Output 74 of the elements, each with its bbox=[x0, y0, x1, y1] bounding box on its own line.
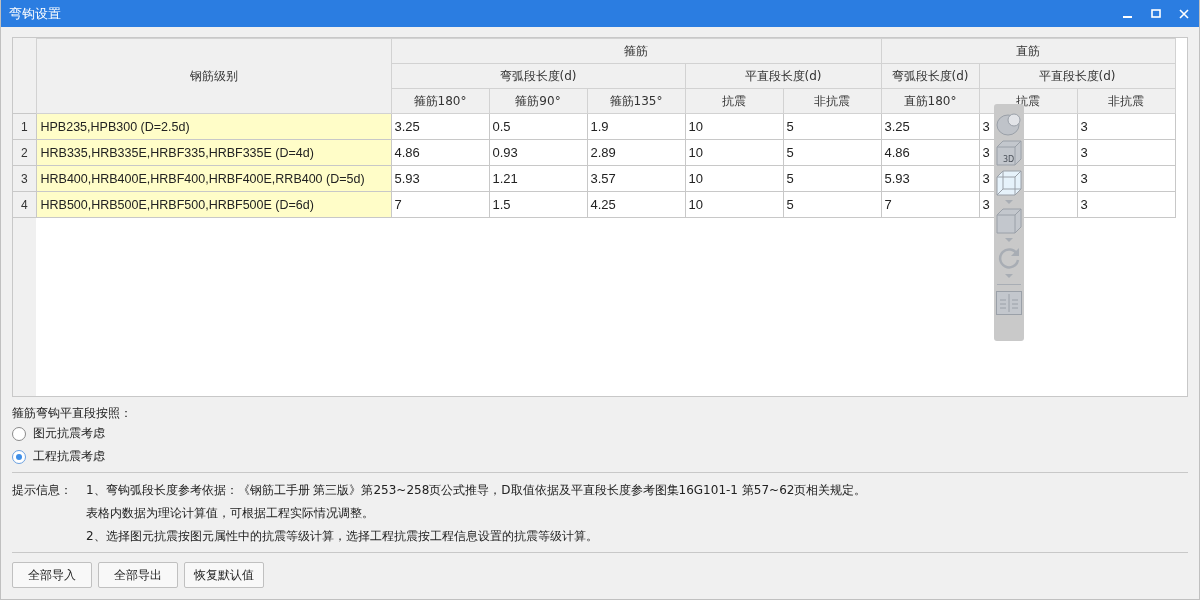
table-cell[interactable]: 3.25 bbox=[881, 113, 979, 140]
table-cell[interactable]: 3 bbox=[1077, 113, 1175, 140]
table-cell[interactable]: 0.5 bbox=[489, 113, 587, 140]
table-cell[interactable]: 1.9 bbox=[587, 113, 685, 140]
table-cell[interactable]: 5 bbox=[783, 139, 881, 166]
table-cell[interactable]: 10 bbox=[685, 191, 783, 218]
radio-label[interactable]: 工程抗震考虑 bbox=[33, 448, 105, 465]
column-header: 箍筋135° bbox=[587, 88, 685, 114]
rotate-icon[interactable] bbox=[997, 246, 1021, 270]
row-number: 2 bbox=[13, 139, 36, 166]
table-cell[interactable]: 2.89 bbox=[587, 139, 685, 166]
row-number: 4 bbox=[13, 191, 36, 218]
column-group-header: 直筋 bbox=[881, 38, 1175, 64]
close-icon[interactable] bbox=[1179, 8, 1189, 19]
row-number: 1 bbox=[13, 113, 36, 140]
action-button[interactable]: 全部导入 bbox=[12, 562, 92, 588]
table-cell[interactable]: 3.57 bbox=[587, 165, 685, 192]
hint-text: 1、弯钩弧段长度参考依据：《钢筋工手册 第三版》第253~258页公式推导，D取值依据及平直段长度参考图集16G101-1 第57~62页相关规定。 bbox=[86, 482, 867, 499]
radio-button[interactable] bbox=[12, 449, 26, 464]
column-group-header: 弯弧段长度(d) bbox=[881, 63, 979, 89]
maximize-icon[interactable] bbox=[1151, 8, 1161, 19]
hint-text: 2、选择图元抗震按图元属性中的抗震等级计算，选择工程抗震按工程信息设置的抗震等级计算。 bbox=[86, 528, 599, 545]
table-cell[interactable]: 1.5 bbox=[489, 191, 587, 218]
table-cell[interactable]: 1.21 bbox=[489, 165, 587, 192]
table-cell: HRB400,HRB400E,HRBF400,HRBF400E,RRB400 (D=5d) bbox=[36, 165, 391, 192]
table-cell[interactable]: 5 bbox=[783, 165, 881, 192]
table-cell[interactable]: 3 bbox=[1077, 139, 1175, 166]
column-header: 直筋180° bbox=[881, 88, 979, 114]
table-cell[interactable]: 4.86 bbox=[881, 139, 979, 166]
table-cell[interactable]: 0.93 bbox=[489, 139, 587, 166]
column-group-header: 平直段长度(d) bbox=[979, 63, 1175, 89]
column-header: 钢筋级别 bbox=[36, 38, 391, 114]
radio-button[interactable] bbox=[12, 426, 26, 441]
hint-text: 表格内数据为理论计算值，可根据工程实际情况调整。 bbox=[86, 505, 375, 522]
column-header: 非抗震 bbox=[783, 88, 881, 114]
radio-label[interactable]: 图元抗震考虑 bbox=[33, 425, 105, 442]
cube-icon[interactable]: 3D bbox=[996, 140, 1022, 166]
action-button[interactable]: 恢复默认值 bbox=[184, 562, 264, 588]
row-number: 3 bbox=[13, 165, 36, 192]
table-cell[interactable]: 10 bbox=[685, 165, 783, 192]
table-cell[interactable]: 7 bbox=[391, 191, 489, 218]
table-cell: HPB235,HPB300 (D=2.5d) bbox=[36, 113, 391, 140]
table-cell[interactable]: 7 bbox=[881, 191, 979, 218]
hint-label: 提示信息： bbox=[12, 482, 72, 499]
column-header: 箍筋180° bbox=[391, 88, 489, 114]
table-cell[interactable]: 3 bbox=[1077, 165, 1175, 192]
table-cell[interactable]: 3 bbox=[1077, 191, 1175, 218]
table-cell[interactable]: 4.86 bbox=[391, 139, 489, 166]
column-header: 抗震 bbox=[685, 88, 783, 114]
table-cell[interactable]: 5 bbox=[783, 191, 881, 218]
window-title: 弯钩设置 bbox=[9, 4, 61, 23]
action-button[interactable]: 全部导出 bbox=[98, 562, 178, 588]
column-group-header: 平直段长度(d) bbox=[685, 63, 881, 89]
column-group-header: 弯弧段长度(d) bbox=[391, 63, 685, 89]
column-group-header: 箍筋 bbox=[391, 38, 881, 64]
table-cell[interactable]: 5.93 bbox=[391, 165, 489, 192]
sphere-icon[interactable] bbox=[996, 112, 1022, 136]
cube-icon[interactable] bbox=[996, 208, 1022, 234]
table-cell: HRB500,HRB500E,HRBF500,HRBF500E (D=6d) bbox=[36, 191, 391, 218]
column-header: 箍筋90° bbox=[489, 88, 587, 114]
column-header: 非抗震 bbox=[1077, 88, 1175, 114]
table-cell: HRB335,HRB335E,HRBF335,HRBF335E (D=4d) bbox=[36, 139, 391, 166]
table-cell[interactable]: 5.93 bbox=[881, 165, 979, 192]
table-cell[interactable]: 10 bbox=[685, 113, 783, 140]
caret-icon[interactable] bbox=[1005, 200, 1013, 204]
cube-icon[interactable] bbox=[996, 170, 1022, 196]
table-cell[interactable]: 10 bbox=[685, 139, 783, 166]
caret-icon[interactable] bbox=[1005, 238, 1013, 242]
table-cell[interactable]: 3.25 bbox=[391, 113, 489, 140]
table-cell[interactable]: 4.25 bbox=[587, 191, 685, 218]
option-label: 箍筋弯钩平直段按照： bbox=[12, 405, 133, 422]
caret-icon[interactable] bbox=[1005, 274, 1013, 278]
table-cell[interactable]: 5 bbox=[783, 113, 881, 140]
checklist-icon[interactable] bbox=[996, 291, 1022, 315]
